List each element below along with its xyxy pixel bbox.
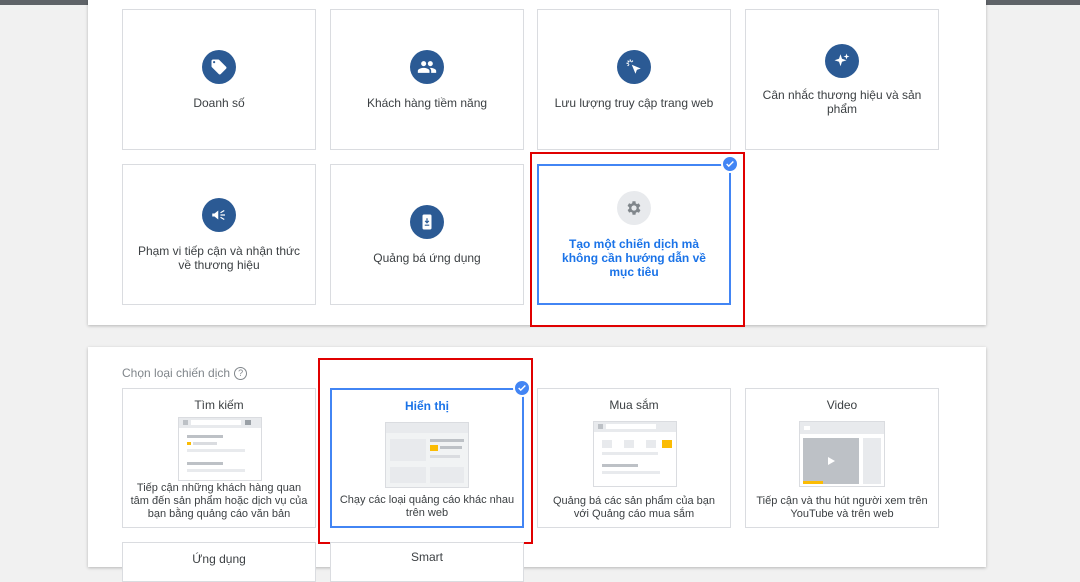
sparkle-icon <box>825 43 859 78</box>
megaphone-icon <box>202 197 236 232</box>
campaign-type-description: Chạy các loại quảng cáo khác nhau trên w… <box>339 494 515 519</box>
shopping-ad-illustration <box>593 421 677 487</box>
campaign-type-title: Ứng dụng <box>192 552 246 566</box>
goal-card-sales[interactable]: Doanh số <box>122 9 316 150</box>
search-ad-illustration <box>178 417 262 481</box>
campaign-type-smart[interactable]: Smart <box>330 542 524 582</box>
campaign-type-app[interactable]: Ứng dụng <box>122 542 316 582</box>
video-ad-illustration <box>799 421 885 487</box>
goal-card-leads[interactable]: Khách hàng tiềm năng <box>330 9 524 150</box>
goal-label: Quảng bá ứng dụng <box>373 250 481 265</box>
campaign-type-search[interactable]: Tìm kiếm Tiếp cận những khách hàng quan … <box>122 388 316 528</box>
campaign-type-heading: Chọn loại chiến dịch ? <box>122 366 248 380</box>
selected-check-icon <box>721 155 739 173</box>
campaign-type-title: Tìm kiếm <box>194 398 244 412</box>
goal-label: Phạm vi tiếp cận và nhận thức về thương … <box>137 243 301 272</box>
display-ad-illustration <box>385 422 469 488</box>
goal-label: Lưu lượng truy cập trang web <box>554 95 714 110</box>
help-circle-icon[interactable]: ? <box>234 366 248 380</box>
goal-card-brand-awareness[interactable]: Phạm vi tiếp cận và nhận thức về thương … <box>122 164 316 305</box>
cursor-click-icon <box>617 49 651 84</box>
goal-card-website-traffic[interactable]: Lưu lượng truy cập trang web <box>537 9 731 150</box>
campaign-type-shopping[interactable]: Mua sắm Quảng bá các sản phẩm của bạn vớ… <box>537 388 731 528</box>
campaign-type-display[interactable]: Hiển thị Chạy các loại quảng cáo khác nh… <box>330 388 524 528</box>
people-icon <box>410 49 444 84</box>
campaign-type-title: Chọn loại chiến dịch <box>122 366 231 380</box>
campaign-type-description: Quảng bá các sản phẩm của bạn với Quảng … <box>552 495 716 520</box>
goal-label: Tạo một chiến dịch mà không cần hướng dẫ… <box>562 236 706 279</box>
selected-check-icon <box>513 379 531 397</box>
goal-label: Khách hàng tiềm năng <box>366 95 488 110</box>
play-icon <box>803 438 859 484</box>
campaign-type-description: Tiếp cận những khách hàng quan tâm đến s… <box>130 482 308 520</box>
campaign-type-title: Hiển thị <box>405 399 449 413</box>
campaign-type-title: Video <box>826 398 858 412</box>
campaign-type-description: Tiếp cận và thu hút người xem trên YouTu… <box>756 495 928 520</box>
campaign-type-video[interactable]: Video Tiếp cận và thu hút người xem trên… <box>745 388 939 528</box>
goal-label: Doanh số <box>193 95 245 110</box>
phone-download-icon <box>410 204 444 239</box>
gear-icon <box>617 190 651 225</box>
goal-card-brand-consideration[interactable]: Cân nhắc thương hiệu và sản phẩm <box>745 9 939 150</box>
goal-card-app-promotion[interactable]: Quảng bá ứng dụng <box>330 164 524 305</box>
goal-card-no-guidance[interactable]: Tạo một chiến dịch mà không cần hướng dẫ… <box>537 164 731 305</box>
campaign-type-title: Mua sắm <box>609 398 659 412</box>
tag-icon <box>202 49 236 84</box>
goal-label: Cân nhắc thương hiệu và sản phẩm <box>762 87 922 116</box>
